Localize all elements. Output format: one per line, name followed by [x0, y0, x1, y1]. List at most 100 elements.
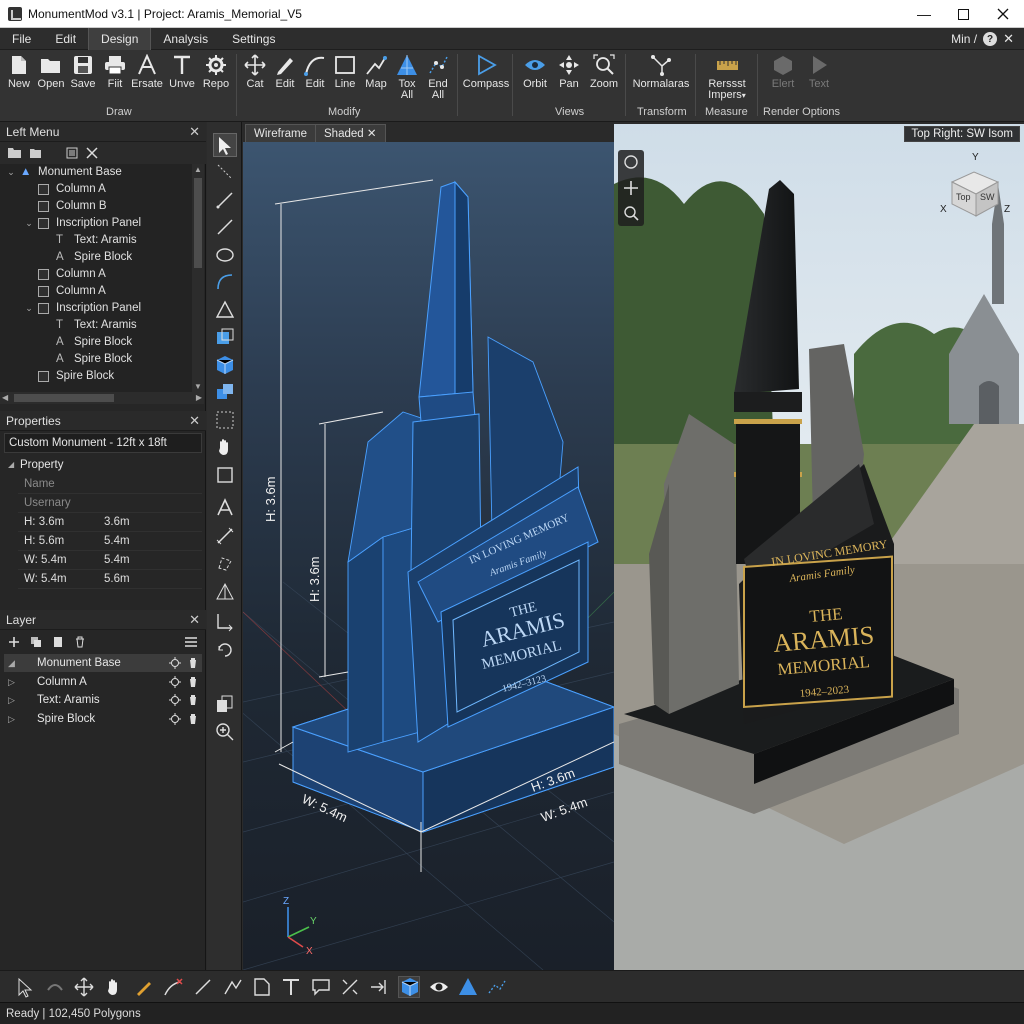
- trim-button[interactable]: [162, 976, 184, 998]
- arc-tool[interactable]: [213, 270, 237, 294]
- ellipse-tool[interactable]: [213, 243, 237, 267]
- tree-item[interactable]: T Text: Aramis: [0, 232, 192, 249]
- line-tool-tool[interactable]: [213, 188, 237, 212]
- tree-item[interactable]: Column B: [0, 198, 192, 215]
- zoom-nav-icon[interactable]: [624, 206, 639, 221]
- tree-item[interactable]: ⌄ Inscription Panel: [0, 300, 192, 317]
- cat-button[interactable]: Cat: [238, 54, 272, 90]
- end-all-button[interactable]: End All: [421, 54, 455, 101]
- tab-close-icon[interactable]: ✕: [367, 128, 377, 140]
- list-view-icon[interactable]: [66, 147, 78, 159]
- select-button[interactable]: [14, 976, 36, 998]
- export-button[interactable]: [368, 976, 390, 998]
- pan-button[interactable]: Pan: [552, 54, 586, 90]
- expand-arrow-icon[interactable]: ▷: [8, 710, 15, 728]
- left-menu-close-icon[interactable]: ✕: [189, 122, 200, 142]
- diagonal-line-tool[interactable]: [213, 215, 237, 239]
- pyramid-outline-tool[interactable]: [213, 580, 237, 604]
- save-button[interactable]: Save: [66, 54, 100, 90]
- layer-menu-icon[interactable]: [184, 636, 198, 648]
- property-row[interactable]: H: 5.6m 5.4m: [18, 532, 202, 551]
- layer-row[interactable]: ◢ Monument Base: [4, 654, 202, 672]
- visibility-icon[interactable]: [169, 694, 181, 706]
- delete-layer-icon[interactable]: [74, 636, 86, 648]
- scroll-down-icon[interactable]: ▼: [194, 382, 202, 391]
- lasso-tool[interactable]: [213, 552, 237, 576]
- new-button[interactable]: New: [2, 54, 36, 90]
- tree-item[interactable]: A Spire Block: [0, 334, 192, 351]
- triangle-tool[interactable]: [213, 298, 237, 322]
- orbit-nav-icon[interactable]: [624, 155, 638, 169]
- tree-horizontal-scrollbar[interactable]: ◀ ▶: [0, 392, 204, 404]
- zoom-button[interactable]: Zoom: [587, 54, 621, 90]
- expand-arrow-icon[interactable]: ▷: [8, 691, 15, 709]
- layer-row[interactable]: ▷ Text: Aramis: [4, 691, 202, 709]
- undo-button[interactable]: [44, 976, 66, 998]
- measure-line-tool[interactable]: [213, 524, 237, 548]
- dashed-box-tool[interactable]: [213, 408, 237, 432]
- property-value[interactable]: 5.6m: [104, 570, 130, 589]
- visibility-icon[interactable]: [169, 712, 181, 725]
- text-render-button[interactable]: Text: [802, 54, 836, 90]
- expand-chevron-icon[interactable]: ⌄: [24, 300, 34, 317]
- property-row[interactable]: W: 5.4m 5.6m: [18, 570, 202, 589]
- menu-file[interactable]: File: [0, 28, 43, 50]
- scatter-button[interactable]: [486, 976, 508, 998]
- copy-layer-icon[interactable]: [52, 636, 64, 648]
- tree-item[interactable]: Spire Block: [0, 368, 192, 385]
- ersate-button[interactable]: Ersate: [130, 54, 164, 90]
- trash-icon[interactable]: [187, 676, 199, 688]
- property-row[interactable]: H: 3.6m 3.6m: [18, 513, 202, 532]
- scroll-up-icon[interactable]: ▲: [194, 165, 202, 174]
- property-value[interactable]: 5.4m: [104, 551, 130, 570]
- menu-analysis[interactable]: Analysis: [151, 28, 220, 50]
- tree-item[interactable]: Column A: [0, 181, 192, 198]
- minimize-button[interactable]: —: [904, 0, 944, 28]
- dotted-line-tool[interactable]: [213, 160, 237, 184]
- property-row[interactable]: W: 5.4m 5.4m: [18, 551, 202, 570]
- measure-button[interactable]: Rerssst Impers▾: [700, 54, 754, 101]
- extrude-tool[interactable]: [213, 325, 237, 349]
- trash-icon[interactable]: [187, 694, 199, 706]
- hand-tool[interactable]: [213, 435, 237, 459]
- pan-nav-icon[interactable]: [624, 181, 638, 195]
- pencil-button[interactable]: [133, 976, 155, 998]
- solid-cube-tool[interactable]: [213, 353, 237, 377]
- line-button[interactable]: Line: [328, 54, 362, 90]
- map-button[interactable]: Map: [359, 54, 393, 90]
- shaded-viewport[interactable]: IN LOVINC MEMORY Aramis Family THE ARAMI…: [614, 124, 1024, 970]
- rotate-tool[interactable]: [213, 638, 237, 662]
- menu-settings[interactable]: Settings: [220, 28, 287, 50]
- open-folder-icon[interactable]: [8, 147, 22, 159]
- text-tool-tool[interactable]: [213, 496, 237, 520]
- tree-item[interactable]: A Spire Block: [0, 351, 192, 368]
- properties-close-icon[interactable]: ✕: [189, 411, 200, 431]
- boolean-tool[interactable]: [213, 380, 237, 404]
- visibility-icon[interactable]: [169, 657, 181, 669]
- snap-button[interactable]: [339, 976, 361, 998]
- tab-shaded[interactable]: Shaded ✕: [315, 124, 386, 142]
- menu-design[interactable]: Design: [88, 27, 152, 50]
- duplicate-layer-icon[interactable]: [30, 636, 42, 648]
- measure-button[interactable]: [222, 976, 244, 998]
- tree-item[interactable]: Column A: [0, 283, 192, 300]
- trash-icon[interactable]: [187, 713, 199, 725]
- tree-item[interactable]: ⌄ ▲ Monument Base: [0, 164, 192, 181]
- page-button[interactable]: [251, 976, 273, 998]
- layer-row[interactable]: ▷ Column A: [4, 673, 202, 691]
- pyramid-button[interactable]: [457, 976, 479, 998]
- tab-wireframe[interactable]: Wireframe: [245, 124, 317, 142]
- tree-item[interactable]: A Spire Block: [0, 249, 192, 266]
- visibility-icon[interactable]: [169, 675, 181, 688]
- unve-button[interactable]: Unve: [165, 54, 199, 90]
- tree-item[interactable]: Column A: [0, 266, 192, 283]
- delete-x-icon[interactable]: [86, 147, 98, 159]
- scroll-right-icon[interactable]: ▶: [196, 393, 202, 402]
- dimension-corner-tool[interactable]: [213, 609, 237, 633]
- tree-vertical-scrollbar[interactable]: ▲ ▼: [192, 164, 204, 392]
- wireframe-viewport[interactable]: H: 3.6m H: 3.6m W: 5.4m H: 3.6m W: 5.4m …: [243, 142, 614, 970]
- square-tool[interactable]: [213, 463, 237, 487]
- expand-arrow-icon[interactable]: ◢: [8, 654, 15, 672]
- tree-item[interactable]: ⌄ Inscription Panel: [0, 215, 192, 232]
- maximize-button[interactable]: [943, 0, 983, 28]
